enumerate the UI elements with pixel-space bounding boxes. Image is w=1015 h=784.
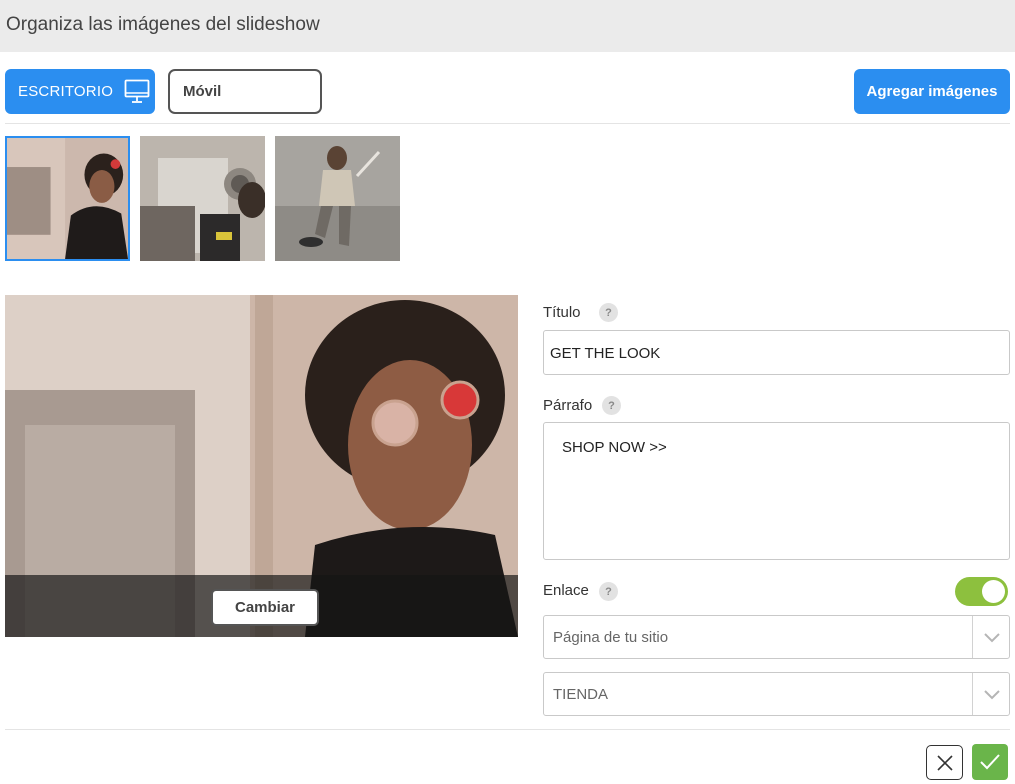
title-label: Título (543, 304, 581, 321)
toggle-knob (982, 580, 1005, 603)
chevron-down-icon (984, 633, 1000, 643)
thumbnail-1-image (7, 138, 128, 259)
cancel-button[interactable] (926, 745, 963, 780)
desktop-view-label: ESCRITORIO (18, 83, 114, 100)
link-type-value: Página de tu sitio (553, 629, 669, 646)
paragraph-textarea[interactable]: SHOP NOW >> (543, 422, 1010, 560)
add-images-button[interactable]: Agregar imágenes (854, 69, 1010, 114)
link-label: Enlace (543, 582, 589, 599)
dialog-header: Organiza las imágenes del slideshow (0, 0, 1015, 52)
select-separator (972, 616, 973, 658)
thumbnail-3[interactable] (275, 136, 400, 261)
slide-preview: Cambiar (5, 295, 518, 637)
thumbnail-3-image (275, 136, 400, 261)
change-image-button[interactable]: Cambiar (211, 589, 319, 626)
dialog-title: Organiza las imágenes del slideshow (6, 14, 320, 35)
link-target-value: TIENDA (553, 686, 609, 703)
check-icon (980, 754, 1000, 770)
title-help-icon[interactable]: ? (599, 303, 618, 322)
link-help-icon[interactable]: ? (599, 582, 618, 601)
link-toggle[interactable] (955, 577, 1008, 606)
confirm-button[interactable] (972, 744, 1008, 780)
footer-divider (5, 729, 1010, 730)
paragraph-help-icon[interactable]: ? (602, 396, 621, 415)
mobile-view-label: Móvil (183, 83, 222, 100)
monitor-icon (124, 79, 150, 103)
title-input[interactable]: GET THE LOOK (543, 330, 1010, 375)
close-icon (936, 754, 953, 771)
mobile-view-button[interactable]: Móvil (168, 69, 322, 114)
desktop-view-button[interactable]: ESCRITORIO (5, 69, 155, 114)
thumbnail-2-image (140, 136, 265, 261)
chevron-down-icon (984, 690, 1000, 700)
thumbnail-2[interactable] (140, 136, 265, 261)
link-target-select[interactable]: TIENDA (543, 672, 1010, 716)
divider (5, 123, 1010, 124)
thumbnail-1[interactable] (5, 136, 130, 261)
link-type-select[interactable]: Página de tu sitio (543, 615, 1010, 659)
select-separator (972, 673, 973, 715)
paragraph-label: Párrafo (543, 397, 593, 414)
